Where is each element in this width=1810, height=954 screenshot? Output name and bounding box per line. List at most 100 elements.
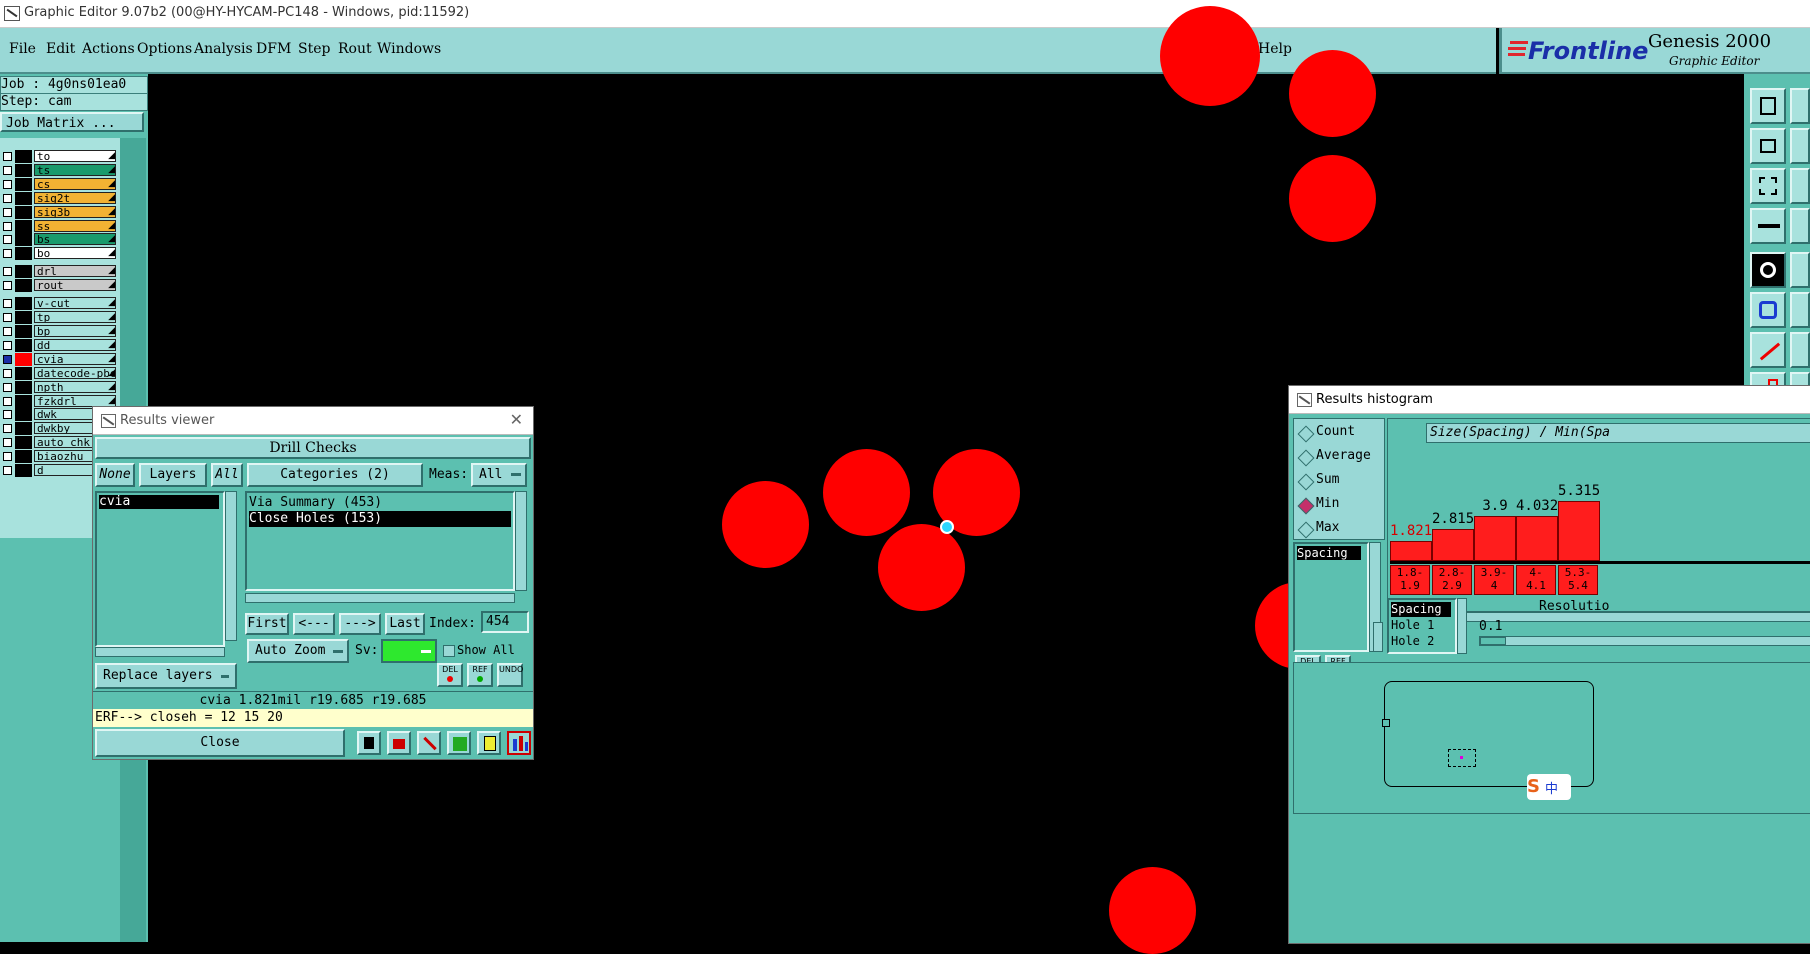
layer-checkbox[interactable] [3,383,12,392]
layer-color-swatch[interactable] [15,220,32,233]
tool-count-icon[interactable] [447,731,471,755]
layer-name[interactable]: bp [34,325,116,337]
tool-erase-icon[interactable] [417,731,441,755]
layer-color-swatch[interactable] [15,325,32,338]
layer-color-swatch[interactable] [15,450,32,463]
layer-color-swatch[interactable] [15,247,32,260]
max-radio[interactable] [1297,521,1315,539]
detail-item[interactable]: Hole 1 [1391,618,1434,633]
layer-row-cs[interactable]: cs ◢ [0,178,118,191]
auto-zoom-select[interactable]: Auto Zoom [247,639,349,663]
layer-list-hscroll[interactable] [95,647,225,657]
job-matrix-button[interactable]: Job Matrix ... [0,112,144,132]
layer-name[interactable]: dd [34,339,116,351]
tool-jump-icon[interactable] [387,731,411,755]
histogram-icon[interactable] [507,731,531,755]
measure-item[interactable]: Spacing [1297,546,1361,560]
none-button[interactable]: None [95,463,135,487]
menu-options[interactable]: Options [137,41,192,57]
layer-row-sig3b[interactable]: sig3b ◢ [0,206,118,219]
layer-color-swatch[interactable] [15,233,32,246]
menu-help[interactable]: Help [1258,41,1292,57]
layer-checkbox[interactable] [3,249,12,258]
layer-checkbox[interactable] [3,313,12,322]
layer-color-swatch[interactable] [15,311,32,324]
all-button[interactable]: All [211,463,243,487]
category-list[interactable]: Via Summary (453) Close Holes (153) [245,491,515,591]
menu-dfm[interactable]: DFM [256,41,291,57]
layer-color-swatch[interactable] [15,265,32,278]
layer-checkbox[interactable] [3,466,12,475]
layer-color-swatch[interactable] [15,339,32,352]
menu-edit[interactable]: Edit [46,41,75,57]
tool-report-icon[interactable] [477,731,501,755]
layer-row-v-cut[interactable]: v-cut ◢ [0,297,118,310]
close-button[interactable]: Close [95,729,345,757]
menu-step[interactable]: Step [298,41,330,57]
tool-open-icon[interactable] [1750,88,1786,124]
layer-checkbox[interactable] [3,152,12,161]
layer-checkbox[interactable] [3,235,12,244]
layer-checkbox[interactable] [3,355,12,364]
result-layer-item[interactable]: cvia [99,495,219,509]
last-button[interactable]: Last [385,613,425,635]
layer-color-swatch[interactable] [15,408,32,421]
layer-color-swatch[interactable] [15,164,32,177]
resolution-slider[interactable] [1479,636,1810,646]
delete-result-button[interactable]: DEL [437,663,463,687]
categories-button[interactable]: Categories (2) [247,463,423,487]
severity-select[interactable] [381,639,437,663]
layer-checkbox[interactable] [3,397,12,406]
layer-checkbox[interactable] [3,369,12,378]
layer-name[interactable]: cs [34,178,116,190]
detail-list-scroll[interactable] [1457,598,1467,654]
layer-row-ts[interactable]: ts ◢ [0,164,118,177]
layer-color-swatch[interactable] [15,178,32,191]
tool-window-icon[interactable] [1750,128,1786,164]
layer-row-ss[interactable]: ss ◢ [0,220,118,233]
resolution-slider-thumb[interactable] [1480,637,1506,645]
layer-color-swatch[interactable] [15,367,32,380]
layer-checkbox[interactable] [3,194,12,203]
layer-checkbox[interactable] [3,438,12,447]
layer-checkbox[interactable] [3,410,12,419]
layer-checkbox[interactable] [3,281,12,290]
undo-result-button[interactable]: UNDO [497,663,523,687]
layer-checkbox[interactable] [3,222,12,231]
detail-item[interactable]: Hole 2 [1391,634,1434,649]
tool-ruler-icon[interactable] [1790,208,1810,244]
layers-button[interactable]: Layers [139,463,207,487]
layer-name[interactable]: drl [34,265,116,277]
layer-name[interactable]: sig3b [34,206,116,218]
histogram-bar[interactable] [1390,541,1432,561]
tool-select-icon[interactable] [1750,252,1786,288]
layer-color-swatch[interactable] [15,192,32,205]
sum-radio[interactable] [1297,473,1315,491]
close-icon[interactable]: ✕ [510,410,523,429]
layer-row-bp[interactable]: bp ◢ [0,325,118,338]
average-radio[interactable] [1297,449,1315,467]
layer-color-swatch[interactable] [15,353,32,366]
meas-select[interactable]: All [471,463,527,487]
menu-rout[interactable]: Rout [338,41,372,57]
menu-windows[interactable]: Windows [377,41,441,57]
layer-name[interactable]: ss [34,220,116,232]
layer-row-tp[interactable]: tp ◢ [0,311,118,324]
histogram-vscroll[interactable] [1373,622,1383,652]
layer-color-swatch[interactable] [15,381,32,394]
category-item[interactable]: Via Summary (453) [249,495,382,511]
layer-color-swatch[interactable] [15,436,32,449]
layer-color-swatch[interactable] [15,464,32,477]
layer-row-datecode-pbe[interactable]: datecode-pbe ◢ [0,367,118,380]
layer-checkbox[interactable] [3,267,12,276]
category-list-hscroll[interactable] [245,593,515,603]
layer-color-swatch[interactable] [15,297,32,310]
refresh-result-button[interactable]: REF [467,663,493,687]
menu-analysis[interactable]: Analysis [194,41,253,57]
layer-name[interactable]: cvia [34,353,116,365]
layer-color-swatch[interactable] [15,150,32,163]
histogram-bar[interactable] [1432,529,1474,561]
tool-line-icon[interactable] [1750,332,1786,368]
layer-row-npth[interactable]: npth ◢ [0,381,118,394]
layer-name[interactable]: rout [34,279,116,291]
